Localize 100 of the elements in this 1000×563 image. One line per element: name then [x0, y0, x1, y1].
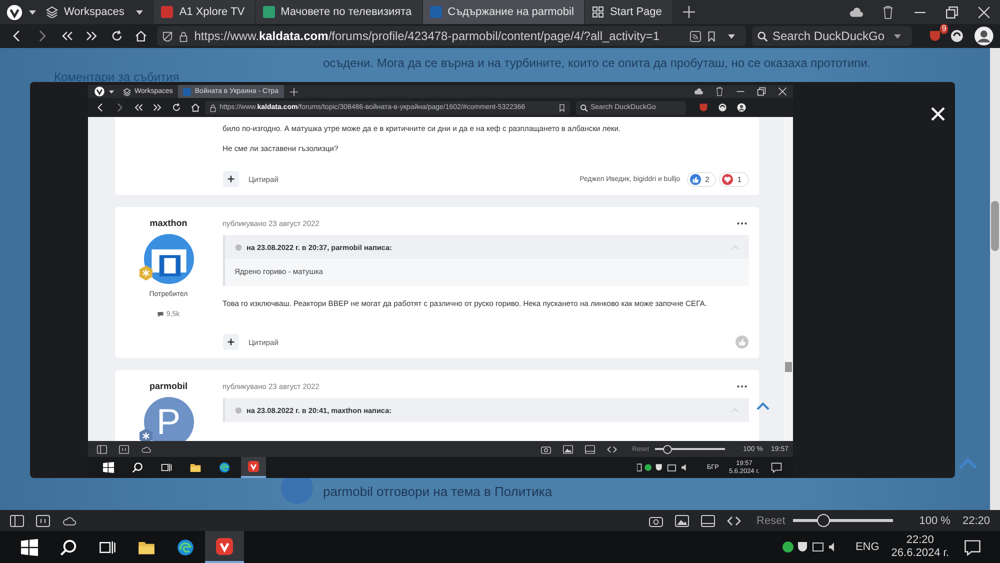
caret-icon	[136, 10, 144, 14]
avatar-logo-icon[interactable]	[144, 234, 194, 284]
code-icon[interactable]	[726, 514, 741, 526]
profile-avatar-icon[interactable]	[974, 26, 994, 46]
window-icon[interactable]	[700, 514, 715, 526]
task-view-icon	[160, 462, 172, 473]
stack-icon	[46, 6, 58, 18]
home-icon[interactable]	[135, 30, 148, 42]
edge-browser-icon[interactable]	[177, 538, 194, 556]
scrollbar-thumb[interactable]	[784, 362, 792, 372]
extension-icon	[698, 103, 708, 112]
panel-toggle-icon[interactable]	[10, 514, 24, 526]
clock-text: 22:20	[962, 514, 990, 526]
windows-start-icon	[102, 462, 114, 473]
vivaldi-logo-icon	[248, 461, 258, 472]
lock-icon[interactable]	[178, 30, 190, 42]
rss-icon[interactable]	[690, 30, 702, 42]
bookmark-icon[interactable]	[706, 30, 718, 42]
tab-tiling-icon[interactable]	[36, 514, 50, 526]
speech-bubble-icon	[157, 311, 164, 318]
browser-tab[interactable]: Start Page	[584, 0, 672, 24]
folder-icon	[190, 462, 200, 473]
plus-icon	[226, 175, 234, 183]
trash-icon	[714, 87, 724, 96]
shield-icon[interactable]	[162, 30, 174, 42]
favicon-icon	[161, 6, 174, 18]
lock-icon	[208, 104, 216, 112]
image-icon	[563, 444, 574, 454]
shield-icon	[929, 30, 942, 42]
caret-icon	[894, 34, 902, 38]
task-view-icon[interactable]	[99, 538, 116, 556]
stack-icon	[122, 88, 130, 96]
edge-browser-icon	[218, 462, 230, 473]
caret-icon[interactable]	[29, 10, 36, 14]
browser-tab[interactable]: A1 Xplore TV	[154, 0, 255, 24]
slider-thumb[interactable]	[817, 514, 830, 527]
post-text: осъдени. Мога да се върна и на турбините, които се опита да пробуташ, но се оказаха прототипи.	[322, 55, 872, 70]
zoom-level: 100 %	[919, 514, 950, 526]
panel-toggle-icon	[96, 444, 106, 454]
notifications-icon[interactable]	[964, 538, 981, 556]
sync-icon	[718, 103, 726, 112]
plus-icon[interactable]	[682, 6, 695, 18]
close-icon[interactable]	[977, 6, 991, 18]
window-icon	[585, 444, 596, 454]
zoom-reset-button[interactable]: Reset	[756, 514, 786, 526]
favicon-icon	[182, 88, 191, 96]
fast-forward-icon	[152, 103, 162, 112]
browser-tab[interactable]: Workspaces	[42, 0, 154, 24]
restore-icon[interactable]	[945, 6, 959, 18]
scrollbar-thumb[interactable]	[991, 201, 999, 251]
rank-badge-icon	[138, 265, 154, 281]
rewind-icon	[134, 103, 142, 112]
camera-icon	[541, 444, 552, 454]
cloud-icon[interactable]	[849, 6, 863, 18]
rewind-icon[interactable]	[60, 30, 73, 42]
windows-start-icon[interactable]	[21, 538, 38, 556]
taskbar-button[interactable]	[205, 531, 244, 563]
activity-text: parmobil отговори на тема в Политика	[323, 484, 552, 498]
favicon-icon	[430, 6, 442, 18]
thumbs-up-icon	[690, 174, 702, 184]
cloud-icon	[694, 87, 702, 96]
author-name[interactable]: parmobil	[149, 381, 188, 391]
plus-icon	[290, 88, 298, 96]
bookmark-icon	[558, 104, 566, 112]
more-icon[interactable]	[736, 384, 746, 388]
back-icon	[96, 103, 104, 112]
caret-icon[interactable]	[728, 34, 736, 38]
camera-icon[interactable]	[648, 514, 663, 526]
scroll-to-top-icon[interactable]	[756, 402, 770, 411]
fast-forward-icon[interactable]	[86, 30, 98, 42]
multiquote-button[interactable]	[222, 334, 238, 350]
more-icon[interactable]	[736, 222, 746, 224]
home-icon	[190, 103, 200, 112]
caret-icon	[108, 90, 114, 94]
favicon-icon	[262, 6, 275, 18]
search-icon	[757, 30, 768, 42]
language-indicator[interactable]: ENG	[855, 541, 880, 553]
address-field[interactable]: https://www.kaldata.com/forums/profile/423478-parmobil/content/page/4/?all_activity=1	[157, 26, 746, 46]
heart-icon	[722, 174, 734, 184]
notification-badge: 9	[940, 24, 948, 34]
author-name[interactable]: maxthon	[150, 218, 188, 228]
cloud-icon[interactable]	[62, 514, 76, 526]
image-icon[interactable]	[674, 514, 689, 526]
browser-tab[interactable]: Съдържание на parmobil	[422, 0, 584, 24]
cloud-icon	[140, 444, 150, 454]
code-icon	[607, 444, 618, 454]
profile-avatar-icon	[736, 103, 746, 112]
trash-icon[interactable]	[881, 6, 895, 18]
reload-icon[interactable]	[110, 30, 122, 42]
browser-tab[interactable]: Мачовете по телевизията	[256, 0, 422, 24]
search-field[interactable]: Search DuckDuckGo	[752, 26, 912, 46]
sync-icon[interactable]	[950, 29, 964, 43]
tab-tiling-icon	[118, 444, 128, 454]
vivaldi-logo-icon[interactable]	[6, 4, 23, 20]
search-icon	[132, 462, 142, 473]
vivaldi-logo-icon	[216, 538, 233, 554]
reload-icon	[172, 103, 180, 112]
search-icon[interactable]	[60, 538, 77, 556]
multiquote-button[interactable]	[222, 171, 238, 187]
clock[interactable]: 22:20 26.6.2024 г.	[891, 534, 949, 560]
